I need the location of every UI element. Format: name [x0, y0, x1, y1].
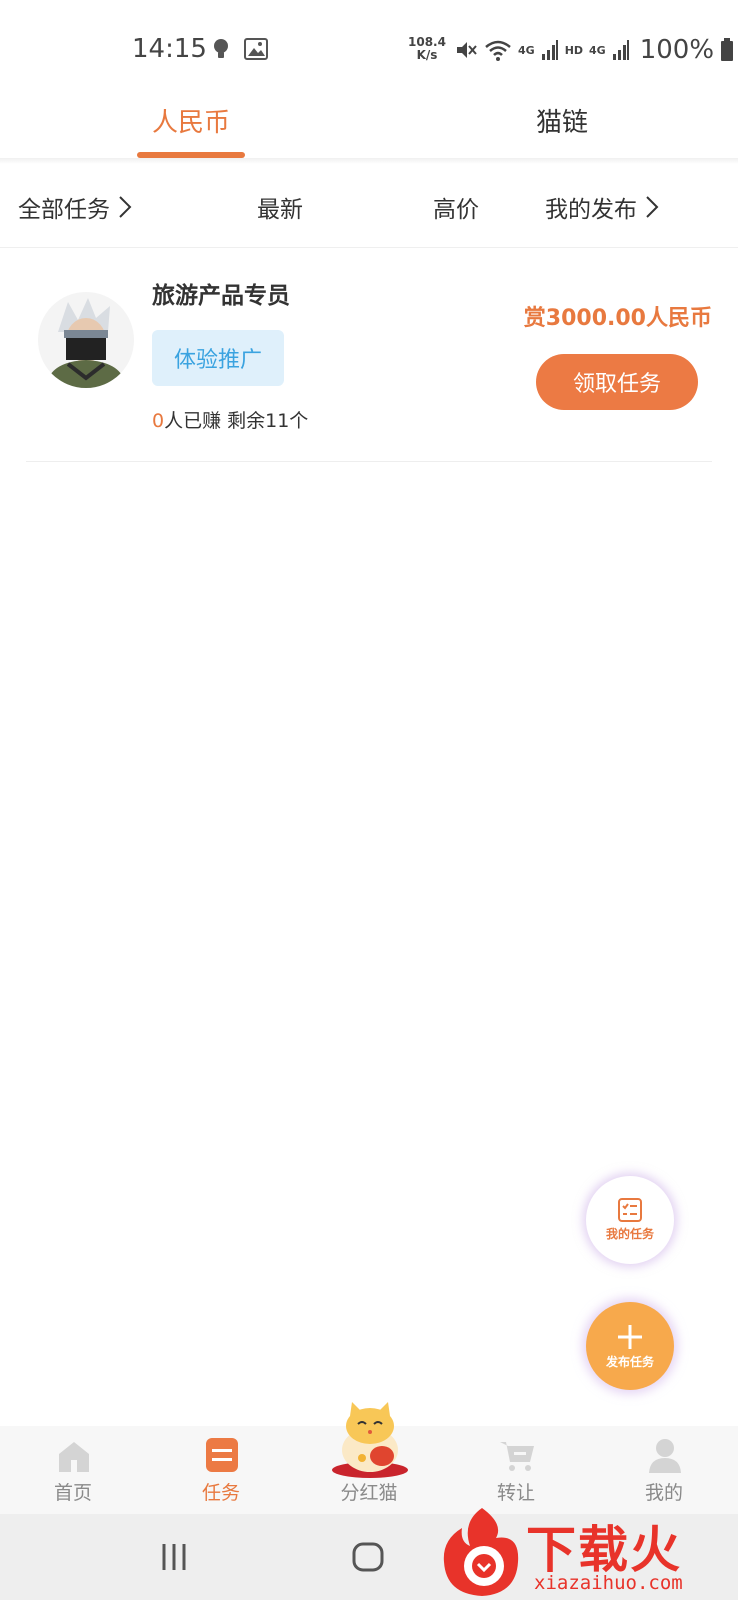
earned-count: 0: [152, 410, 165, 432]
publish-task-label: 发布任务: [605, 1354, 654, 1369]
filter-bar: 全部任务 最新 高价 我的发布: [0, 176, 738, 248]
network-speed: 108.4 K/s: [408, 36, 446, 62]
nav-transfer-label: 转让: [496, 1482, 535, 1504]
nav-me[interactable]: 我的: [604, 1426, 724, 1514]
task-tag: 体验推广: [152, 330, 284, 386]
task-reward: 赏3000.00人民币: [523, 306, 712, 331]
recent-apps-icon[interactable]: [160, 1542, 188, 1572]
nav-dividend-cat-label: 分红猫: [340, 1482, 398, 1504]
user-icon: [649, 1439, 681, 1473]
status-time: 14:15: [132, 34, 207, 64]
task-title: 旅游产品专员: [152, 283, 290, 309]
speed-unit: K/s: [416, 48, 438, 62]
currency-tabs: 人民币 猫链: [0, 90, 738, 158]
task-card[interactable]: 旅游产品专员 体验推广 0人已赚 剩余11个 赏3000.00人民币 领取任务: [26, 250, 712, 462]
wifi-icon: [485, 40, 511, 61]
battery-icon: [721, 38, 734, 61]
watermark: 下载火 xiazaihuo.com: [434, 1504, 738, 1600]
network-type-2: 4G: [589, 43, 606, 57]
nav-home[interactable]: 首页: [13, 1426, 133, 1514]
filter-latest[interactable]: 最新: [257, 190, 303, 224]
nav-home-label: 首页: [53, 1482, 92, 1504]
filter-my-posts-label: 我的发布: [545, 197, 637, 223]
flame-logo-icon: [443, 1508, 519, 1596]
home-icon: [59, 1442, 89, 1472]
tab-maolian[interactable]: 猫链: [536, 102, 588, 139]
avatar-image: [38, 292, 134, 388]
task-stats: 0人已赚 剩余11个: [152, 406, 308, 433]
mute-icon: [457, 42, 477, 58]
nav-me-label: 我的: [644, 1482, 683, 1504]
lucky-cat-icon[interactable]: [322, 1400, 418, 1480]
status-bar: 14:15 108.4 K/s 4G HD 4G 100%: [0, 0, 738, 100]
nav-tasks-label: 任务: [201, 1482, 240, 1504]
nav-transfer[interactable]: 转让: [456, 1426, 576, 1514]
signal-icon-2: [612, 40, 629, 60]
hd-label: HD: [564, 43, 584, 57]
chevron-right-icon: [646, 196, 659, 218]
network-type-1: 4G: [518, 43, 535, 57]
home-button-icon[interactable]: [352, 1542, 384, 1572]
status-icons: 4G HD 4G 100%: [454, 35, 734, 65]
avatar: [38, 292, 134, 388]
checklist-icon: [618, 1198, 642, 1222]
task-icon: [206, 1438, 238, 1472]
filter-all-tasks-label: 全部任务: [18, 197, 110, 223]
plus-icon: [618, 1324, 642, 1349]
filter-my-posts[interactable]: 我的发布: [545, 190, 659, 224]
chevron-right-icon: [119, 196, 132, 218]
filter-high-price[interactable]: 高价: [433, 190, 479, 224]
filter-all-tasks[interactable]: 全部任务: [18, 190, 132, 224]
cart-icon: [500, 1442, 534, 1471]
filter-latest-label: 最新: [257, 197, 303, 223]
watermark-url: xiazaihuo.com: [534, 1572, 683, 1594]
tab-rmb[interactable]: 人民币: [152, 102, 230, 139]
tabs-divider: [0, 158, 738, 164]
my-tasks-fab[interactable]: 我的任务: [586, 1176, 674, 1264]
claim-task-button[interactable]: 领取任务: [536, 354, 698, 410]
publish-task-fab[interactable]: 发布任务: [586, 1302, 674, 1390]
image-icon: [244, 38, 268, 60]
filter-high-price-label: 高价: [433, 197, 479, 223]
nav-tasks[interactable]: 任务: [161, 1426, 281, 1514]
battery-percent: 100%: [639, 35, 715, 65]
lightbulb-icon: [214, 39, 228, 58]
earned-suffix: 人已赚 剩余11个: [164, 410, 309, 432]
my-tasks-label: 我的任务: [605, 1227, 654, 1241]
signal-icon: [541, 40, 558, 60]
